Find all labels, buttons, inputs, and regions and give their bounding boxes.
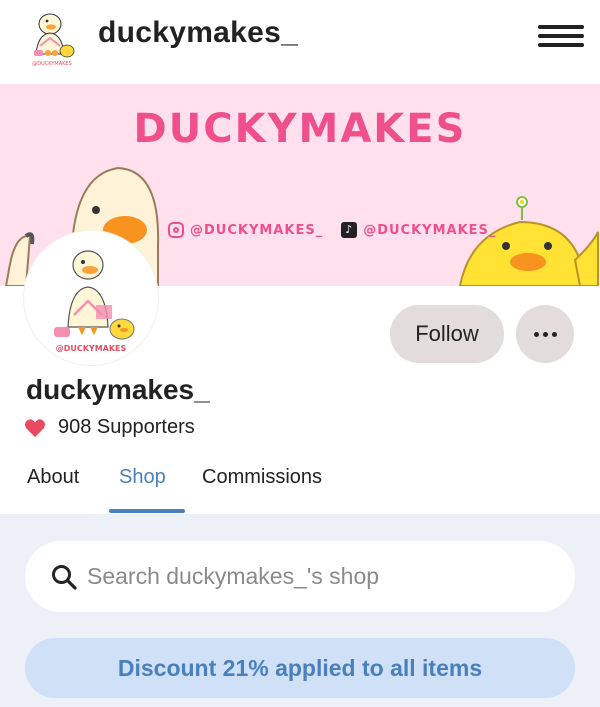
hamburger-icon[interactable] (538, 25, 584, 47)
supporters-text: 908 Supporters (58, 416, 195, 438)
instagram-icon (168, 222, 184, 238)
supporters-count: 908 Supporters (24, 416, 195, 439)
banner-title: DUCKYMAKES (133, 106, 467, 152)
profile-username: duckymakes_ (26, 374, 210, 405)
more-dots-icon[interactable] (516, 305, 574, 363)
logo[interactable]: @DUCKYMAKES (22, 6, 82, 68)
tab-about[interactable]: About (27, 466, 79, 489)
avatar[interactable]: @DUCKYMAKES (24, 231, 158, 365)
tiktok-handle: ♪ @DUCKYMAKES_ (341, 222, 496, 238)
instagram-handle: @DUCKYMAKES_ (168, 222, 323, 238)
discount-banner: Discount 21% applied to all items (25, 638, 575, 698)
tiktok-icon: ♪ (341, 222, 358, 238)
active-tab-indicator (109, 509, 185, 513)
brand-name[interactable]: duckymakes_ (98, 16, 298, 50)
heart-icon (25, 418, 45, 437)
instagram-handle-text: @DUCKYMAKES_ (190, 222, 324, 238)
search-bar[interactable] (25, 541, 575, 612)
avatar-caption: @DUCKYMAKES (56, 344, 127, 353)
tiktok-handle-text: @DUCKYMAKES_ (363, 222, 497, 238)
banner-handles: @DUCKYMAKES_ ♪ @DUCKYMAKES_ (168, 222, 496, 238)
follow-button[interactable]: Follow (390, 305, 504, 363)
search-input[interactable] (87, 563, 547, 590)
profile-tabs: About Shop Commissions (0, 456, 600, 514)
tab-shop[interactable]: Shop (119, 466, 166, 489)
tab-commissions[interactable]: Commissions (202, 466, 322, 489)
top-bar: @DUCKYMAKES duckymakes_ (0, 0, 600, 84)
svg-text:@DUCKYMAKES: @DUCKYMAKES (32, 61, 72, 67)
search-icon (52, 564, 77, 590)
shop-section: Discount 21% applied to all items (0, 514, 600, 707)
